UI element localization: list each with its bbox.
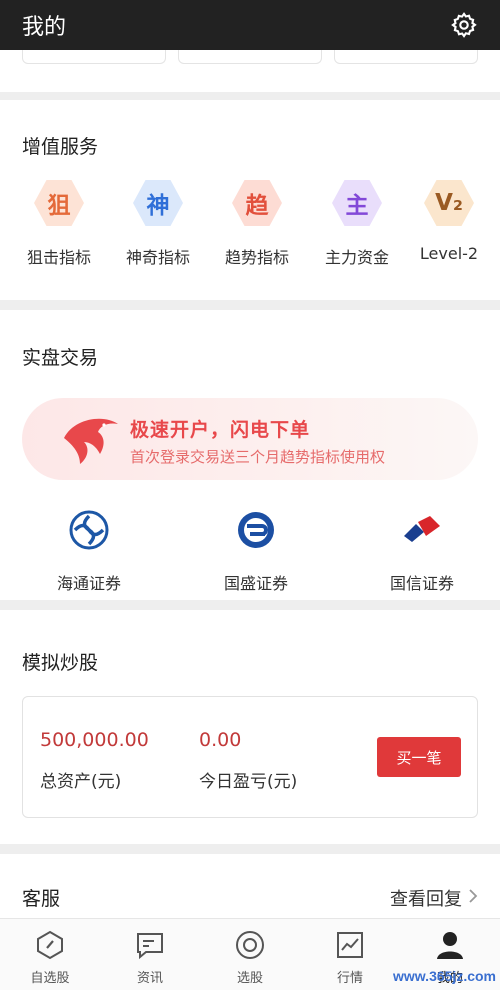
stock-picker-icon [234, 929, 266, 961]
service-label: 神奇指标 [125, 248, 190, 267]
buy-button[interactable]: 买一笔 [377, 737, 461, 777]
value-added-section: 增值服务 狙 狙击指标 神 神奇指标 趋 趋势指标 主 主力资金 V₂ Leve… [0, 100, 500, 300]
value-added-list: 狙 狙击指标 神 神奇指标 趋 趋势指标 主 主力资金 V₂ Level-2 [0, 178, 500, 278]
service-magic[interactable]: 神 神奇指标 [113, 178, 203, 268]
dolphin-logo-icon [60, 414, 122, 466]
service-label: 趋势指标 [224, 248, 289, 267]
bottom-nav: 自选股 资讯 选股 行情 我的 www.365jz.com [0, 918, 500, 990]
sniper-icon: 狙 [34, 180, 84, 226]
service-label: Level-2 [419, 244, 479, 263]
section-title: 实盘交易 [22, 347, 99, 369]
tab-watchlist[interactable]: 自选股 [0, 929, 100, 986]
service-sniper[interactable]: 狙 狙击指标 [14, 178, 104, 268]
section-title: 模拟炒股 [22, 652, 99, 674]
broker-haitong[interactable]: 海通证券 [19, 510, 159, 594]
trend-icon: 趋 [232, 180, 282, 226]
banner-subtitle: 首次登录交易送三个月趋势指标使用权 [130, 448, 386, 466]
guosheng-logo-icon [236, 510, 276, 550]
broker-label: 国信证券 [389, 574, 454, 593]
service-trend[interactable]: 趋 趋势指标 [212, 178, 302, 268]
top-cards-strip [0, 50, 500, 92]
watermark: www.365jz.com [393, 968, 496, 984]
banner-title: 极速开户，闪电下单 [130, 419, 311, 441]
tab-label: 自选股 [30, 971, 70, 986]
tab-market[interactable]: 行情 [300, 929, 400, 986]
top-card[interactable] [178, 50, 322, 64]
simulated-section: 模拟炒股 500,000.00 0.00 总资产(元) 今日盈亏(元) 买一笔 [0, 610, 500, 844]
level2-icon: V₂ [424, 180, 474, 226]
trading-section: 实盘交易 极速开户，闪电下单 首次登录交易送三个月趋势指标使用权 海通证券 国盛… [0, 310, 500, 600]
top-bar: 我的 [0, 0, 500, 50]
today-pnl-value: 0.00 [199, 729, 242, 751]
service-label: 主力资金 [324, 248, 389, 267]
guoxin-logo-icon [402, 510, 442, 550]
service-main-funds[interactable]: 主 主力资金 [312, 178, 402, 268]
broker-guosheng[interactable]: 国盛证券 [186, 510, 326, 594]
haitong-logo-icon [69, 510, 109, 550]
view-reply-label: 查看回复 [390, 889, 462, 910]
watchlist-icon [34, 929, 66, 961]
magic-icon: 神 [133, 180, 183, 226]
today-pnl-label: 今日盈亏(元) [199, 772, 298, 792]
news-icon [134, 929, 166, 961]
section-title: 客服 [22, 888, 61, 910]
chevron-right-icon [468, 888, 478, 909]
service-label: 狙击指标 [26, 248, 91, 267]
tab-stock-picker[interactable]: 选股 [200, 929, 300, 986]
tab-label: 资讯 [136, 971, 163, 986]
market-icon [334, 929, 366, 961]
tab-label: 选股 [236, 971, 263, 986]
open-account-banner[interactable]: 极速开户，闪电下单 首次登录交易送三个月趋势指标使用权 [22, 398, 478, 480]
top-card[interactable] [22, 50, 166, 64]
broker-guoxin[interactable]: 国信证券 [352, 510, 492, 594]
total-assets-label: 总资产(元) [40, 772, 122, 792]
service-level2[interactable]: V₂ Level-2 [404, 178, 494, 263]
broker-label: 国盛证券 [223, 574, 288, 593]
main-funds-icon: 主 [332, 180, 382, 226]
service-section: 客服 查看回复 [0, 854, 500, 918]
gear-icon[interactable] [450, 11, 478, 39]
section-title: 增值服务 [22, 136, 99, 158]
tab-label: 行情 [336, 971, 363, 986]
total-assets-value: 500,000.00 [40, 729, 149, 751]
page-title: 我的 [22, 15, 67, 40]
tab-news[interactable]: 资讯 [100, 929, 200, 986]
profile-icon [434, 929, 466, 961]
view-reply-link[interactable]: 查看回复 [390, 885, 478, 911]
simulated-account-card: 500,000.00 0.00 总资产(元) 今日盈亏(元) 买一笔 [22, 696, 478, 818]
top-card[interactable] [334, 50, 478, 64]
broker-label: 海通证券 [56, 574, 121, 593]
